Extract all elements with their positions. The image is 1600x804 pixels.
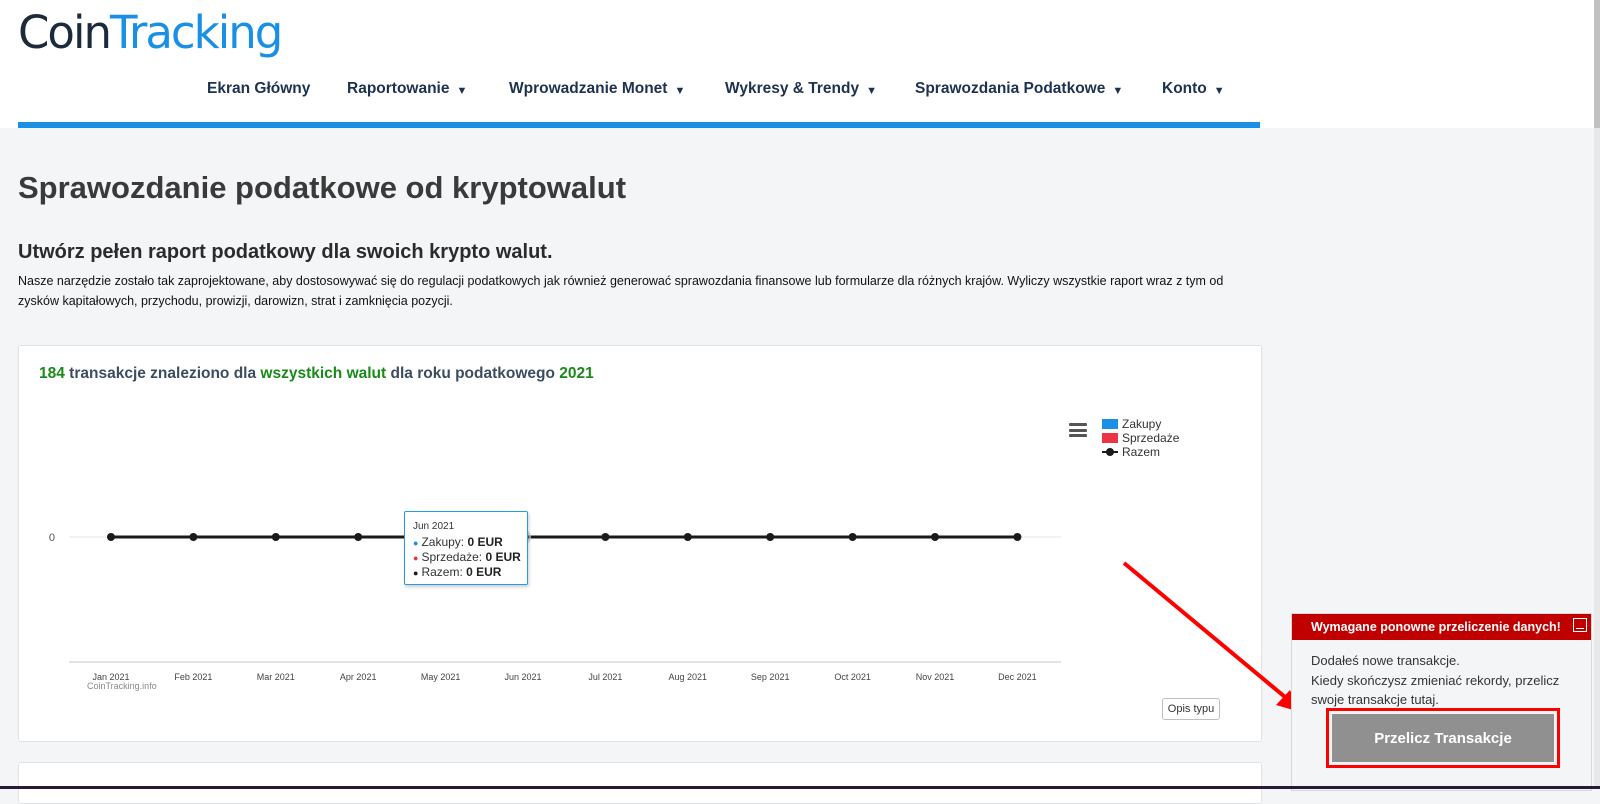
x-tick-label: Dec 2021 (998, 672, 1037, 682)
tooltip-value: 0 EUR (485, 550, 521, 564)
nav-label: Konto (1162, 80, 1207, 97)
data-point-razem (271, 533, 280, 541)
tooltip-title: Jun 2021 (413, 521, 455, 532)
data-point-razem (683, 533, 692, 541)
data-point-razem (107, 533, 115, 541)
nav-label: Wykresy & Trendy (725, 80, 860, 97)
notification-header: Wymagane ponowne przeliczenie danych! (1292, 614, 1591, 640)
przelicz-transakcje-button[interactable]: Przelicz Transakcje (1326, 708, 1560, 768)
chart-credit[interactable]: CoinTracking.info (87, 681, 157, 691)
legend-swatch (1102, 433, 1118, 443)
tooltip-value: 0 EUR (467, 535, 503, 549)
x-tick-label: Nov 2021 (916, 672, 955, 682)
legend-item-zakupy[interactable]: Zakupy (1102, 417, 1179, 431)
nav-konto[interactable]: Konto ▼ (1162, 80, 1225, 98)
opis-typu-button[interactable]: Opis typu (1162, 698, 1220, 720)
page-description: Nasze narzędzie zostało tak zaprojektowa… (18, 274, 1224, 308)
logo-coin: Coin (18, 6, 112, 59)
nav-label: Ekran Główny (207, 80, 311, 97)
x-tick-label: Sep 2021 (751, 672, 790, 682)
caret-down-icon: ▼ (1213, 85, 1225, 97)
data-point-razem (848, 533, 857, 541)
tooltip-label: Sprzedaże: (421, 550, 486, 564)
nav-raportowanie[interactable]: Raportowanie ▼ (347, 80, 467, 98)
nav-wprowadzanie-monet[interactable]: Wprowadzanie Monet ▼ (509, 80, 685, 98)
legend-label: Sprzedaże (1122, 431, 1180, 445)
data-point-razem (189, 533, 198, 541)
caret-down-icon: ▼ (674, 85, 686, 97)
tooltip-row-razem: ● Razem: 0 EUR (413, 565, 501, 579)
tooltip-value: 0 EUR (466, 565, 502, 579)
nav-sprawozdania-podatkowe[interactable]: Sprawozdania Podatkowe ▼ (915, 80, 1123, 98)
data-point-razem (766, 533, 775, 541)
top-header: CoinTracking Ekran Główny Raportowanie ▼ … (0, 0, 1594, 128)
next-card (18, 762, 1262, 804)
legend-swatch (1102, 419, 1118, 429)
x-tick-label: Jun 2021 (504, 672, 541, 682)
legend-item-sprzedaze[interactable]: Sprzedaże (1102, 431, 1179, 445)
page-subtitle: Utwórz pełen raport podatkowy dla swoich… (18, 241, 553, 263)
data-point-razem (1013, 533, 1022, 541)
nav-label: Sprawozdania Podatkowe (915, 80, 1106, 97)
caret-down-icon: ▼ (1112, 85, 1124, 97)
tooltip-label: Razem: (421, 565, 467, 579)
legend-label: Zakupy (1122, 417, 1162, 431)
data-point-razem (601, 533, 610, 541)
page-title: Sprawozdanie podatkowe od kryptowalut (18, 170, 627, 205)
x-tick-label: Apr 2021 (340, 672, 377, 682)
x-tick-label: May 2021 (421, 672, 461, 682)
bullet-icon: ● (413, 568, 419, 578)
notification-title: Wymagane ponowne przeliczenie danych! (1311, 620, 1561, 634)
notification-body: Dodałeś nowe transakcje. Kiedy skończysz… (1311, 651, 1586, 710)
notification-line-1: Dodałeś nowe transakcje. (1311, 653, 1460, 668)
caret-down-icon: ▼ (866, 85, 878, 97)
notification-line-2: Kiedy skończysz zmieniać rekordy, przeli… (1311, 672, 1560, 708)
nav-label: Wprowadzanie Monet (509, 80, 668, 97)
bullet-icon: ● (413, 538, 419, 548)
scrollbar-thumb[interactable] (1594, 0, 1600, 128)
tooltip-label: Zakupy: (421, 535, 468, 549)
tax-chart-card: 184 transakcje znaleziono dla wszystkich… (18, 345, 1262, 742)
page-scrollbar[interactable] (1594, 0, 1600, 789)
bullet-icon: ● (413, 553, 419, 563)
x-tick-label: Jul 2021 (588, 672, 622, 682)
cointracking-logo[interactable]: CoinTracking (18, 6, 283, 59)
legend-item-razem[interactable]: Razem (1102, 445, 1179, 459)
x-tick-label: Mar 2021 (257, 672, 295, 682)
chart-legend: Zakupy Sprzedaże Razem (1102, 417, 1179, 459)
recalculation-notification: Wymagane ponowne przeliczenie danych! Do… (1291, 613, 1592, 791)
header-accent-line (18, 122, 1260, 128)
x-tick-label: Feb 2021 (174, 672, 212, 682)
transactions-chart[interactable]: 0Jan 2021 Feb 2021 Mar 2021 Apr 2021 May 202… (19, 346, 1261, 741)
x-tick-label: Oct 2021 (834, 672, 871, 682)
caret-down-icon: ▼ (456, 85, 468, 97)
legend-dot (1106, 448, 1114, 456)
tooltip-row-zakupy: ● Zakupy: 0 EUR (413, 535, 503, 549)
chart-tooltip: Jun 2021 ● Zakupy: 0 EUR ● Sprzedaże: 0 EU… (404, 511, 528, 585)
tooltip-row-sprzedaze: ● Sprzedaże: 0 EUR (413, 550, 521, 564)
nav-label: Raportowanie (347, 80, 450, 97)
minimize-icon[interactable] (1573, 618, 1587, 632)
logo-tracking: Tracking (109, 6, 283, 59)
y-tick-label: 0 (49, 532, 55, 544)
hamburger-icon[interactable] (1069, 423, 1087, 437)
data-point-razem (931, 533, 939, 541)
nav-wykresy-trendy[interactable]: Wykresy & Trendy ▼ (725, 80, 877, 98)
legend-label: Razem (1122, 445, 1161, 459)
nav-ekran-glowny[interactable]: Ekran Główny (207, 80, 310, 98)
data-point-razem (354, 533, 363, 541)
x-tick-label: Aug 2021 (669, 672, 708, 682)
